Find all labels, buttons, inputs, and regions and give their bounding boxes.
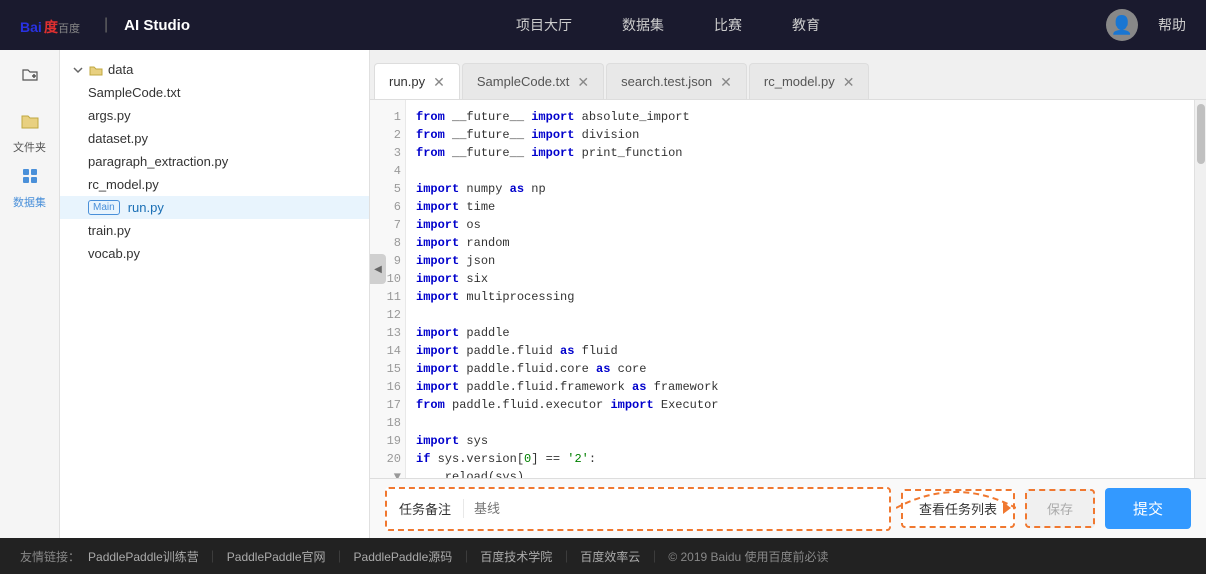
new-folder-icon — [22, 66, 38, 82]
tab-runpy-close[interactable]: ✕ — [433, 75, 445, 89]
new-folder-button[interactable] — [12, 60, 48, 88]
task-input-area: 任务备注 — [385, 487, 891, 531]
nav-item-2[interactable]: 比赛 — [714, 10, 742, 40]
file-args[interactable]: args.py — [60, 104, 369, 127]
file-dataset-name: dataset.py — [88, 131, 148, 146]
task-label: 任务备注 — [387, 499, 464, 518]
footer-link-1[interactable]: PaddlePaddle官网 — [227, 548, 326, 565]
file-train[interactable]: train.py — [60, 219, 369, 242]
tab-runpy-label: run.py — [389, 74, 425, 89]
tab-searchtest-label: search.test.json — [621, 74, 712, 89]
avatar[interactable]: 👤 — [1106, 9, 1138, 41]
file-samplecode[interactable]: SampleCode.txt — [60, 81, 369, 104]
scrollbar[interactable] — [1194, 100, 1206, 478]
tabs-bar: run.py ✕ SampleCode.txt ✕ search.test.js… — [370, 50, 1206, 100]
tab-samplecode-close[interactable]: ✕ — [577, 75, 589, 89]
tab-searchtest[interactable]: search.test.json ✕ — [606, 63, 747, 99]
sidebar-item-files[interactable]: 文件夹 — [5, 108, 55, 158]
app-title: AI Studio — [124, 17, 190, 34]
main-container: 文件夹 数据集 data SampleCode.txt args.py — [0, 50, 1206, 538]
file-tree: data SampleCode.txt args.py dataset.py p… — [60, 50, 370, 538]
file-paragraph[interactable]: paragraph_extraction.py — [60, 150, 369, 173]
file-runpy-name: run.py — [128, 200, 164, 215]
folder-icon — [20, 111, 40, 136]
nav-item-1[interactable]: 数据集 — [622, 10, 664, 40]
file-samplecode-name: SampleCode.txt — [88, 85, 181, 100]
footer-link-0[interactable]: PaddlePaddle训练营 — [88, 548, 199, 565]
footer-sep-1: ｜ — [334, 548, 346, 565]
footer-sep-2: ｜ — [460, 548, 472, 565]
file-rcmodel-name: rc_model.py — [88, 177, 159, 192]
baidu-logo-icon: Bai 度 百度 — [20, 12, 88, 38]
sidebar: 文件夹 数据集 — [0, 50, 60, 538]
header-right: 👤 帮助 — [1106, 9, 1186, 41]
svg-text:度: 度 — [44, 19, 59, 35]
tab-rcmodel[interactable]: rc_model.py ✕ — [749, 63, 870, 99]
file-rcmodel[interactable]: rc_model.py — [60, 173, 369, 196]
file-runpy[interactable]: Main run.py — [60, 196, 369, 219]
sidebar-datasets-label: 数据集 — [13, 194, 46, 210]
data-folder[interactable]: data — [60, 58, 369, 81]
footer-link-2[interactable]: PaddlePaddle源码 — [354, 548, 453, 565]
avatar-icon: 👤 — [1111, 15, 1133, 36]
sidebar-item-datasets[interactable]: 数据集 — [5, 163, 55, 213]
nav-item-3[interactable]: 教育 — [792, 10, 820, 40]
arrow-decoration-icon — [896, 486, 1016, 530]
nav-item-0[interactable]: 项目大厅 — [516, 10, 572, 40]
footer-prefix: 友情链接： — [20, 548, 80, 565]
folder-open-icon — [89, 64, 103, 76]
file-args-name: args.py — [88, 108, 131, 123]
footer-link-3[interactable]: 百度技术学院 — [480, 548, 552, 565]
header-nav: 项目大厅 数据集 比赛 教育 — [230, 10, 1106, 40]
footer: 友情链接： PaddlePaddle训练营 ｜ PaddlePaddle官网 ｜… — [0, 538, 1206, 574]
right-actions: 查看任务列表 保存 提交 — [901, 488, 1191, 529]
chevron-down-icon — [72, 64, 84, 76]
baseline-input[interactable] — [464, 501, 704, 516]
file-paragraph-name: paragraph_extraction.py — [88, 154, 228, 169]
file-tree-content: data SampleCode.txt args.py dataset.py p… — [60, 50, 369, 538]
footer-sep-0: ｜ — [207, 548, 219, 565]
folder-name: data — [108, 62, 133, 77]
svg-text:Bai: Bai — [20, 19, 42, 35]
code-content[interactable]: from __future__ import absolute_import f… — [406, 100, 1194, 478]
code-editor[interactable]: 1234 5678 9101112 13141516 17181920 ▼ 21… — [370, 100, 1206, 478]
sidebar-files-label: 文件夹 — [13, 139, 46, 155]
help-link[interactable]: 帮助 — [1158, 15, 1186, 35]
bottom-bar: 任务备注 查看任务列表 保存 提交 — [370, 478, 1206, 538]
submit-button[interactable]: 提交 — [1105, 488, 1191, 529]
new-file-button[interactable] — [0, 60, 4, 88]
svg-text:百度: 百度 — [58, 21, 80, 35]
footer-link-4[interactable]: 百度效率云 — [580, 548, 640, 565]
logo-divider: | — [104, 16, 108, 34]
file-vocab[interactable]: vocab.py — [60, 242, 369, 265]
main-badge: Main — [88, 200, 120, 215]
footer-sep-3: ｜ — [560, 548, 572, 565]
header: Bai 度 百度 | AI Studio 项目大厅 数据集 比赛 教育 👤 帮助 — [0, 0, 1206, 50]
file-train-name: train.py — [88, 223, 131, 238]
tab-runpy[interactable]: run.py ✕ — [374, 63, 460, 99]
sidebar-nav: 文件夹 数据集 — [5, 108, 55, 213]
tab-rcmodel-label: rc_model.py — [764, 74, 835, 89]
datasets-icon — [20, 166, 40, 191]
tab-samplecode[interactable]: SampleCode.txt ✕ — [462, 63, 604, 99]
logo-area: Bai 度 百度 | AI Studio — [20, 12, 190, 38]
file-vocab-name: vocab.py — [88, 246, 140, 261]
collapse-sidebar-button[interactable]: ◀ — [370, 254, 386, 284]
footer-sep-4: ｜ — [648, 548, 660, 565]
footer-copyright: © 2019 Baidu 使用百度前必读 — [668, 548, 828, 565]
tab-searchtest-close[interactable]: ✕ — [720, 75, 732, 89]
tab-rcmodel-close[interactable]: ✕ — [843, 75, 855, 89]
file-dataset[interactable]: dataset.py — [60, 127, 369, 150]
scrollbar-thumb[interactable] — [1197, 104, 1205, 164]
save-button[interactable]: 保存 — [1025, 489, 1095, 528]
tab-samplecode-label: SampleCode.txt — [477, 74, 570, 89]
editor-area: run.py ✕ SampleCode.txt ✕ search.test.js… — [370, 50, 1206, 538]
line-numbers: 1234 5678 9101112 13141516 17181920 ▼ 21… — [370, 100, 406, 478]
